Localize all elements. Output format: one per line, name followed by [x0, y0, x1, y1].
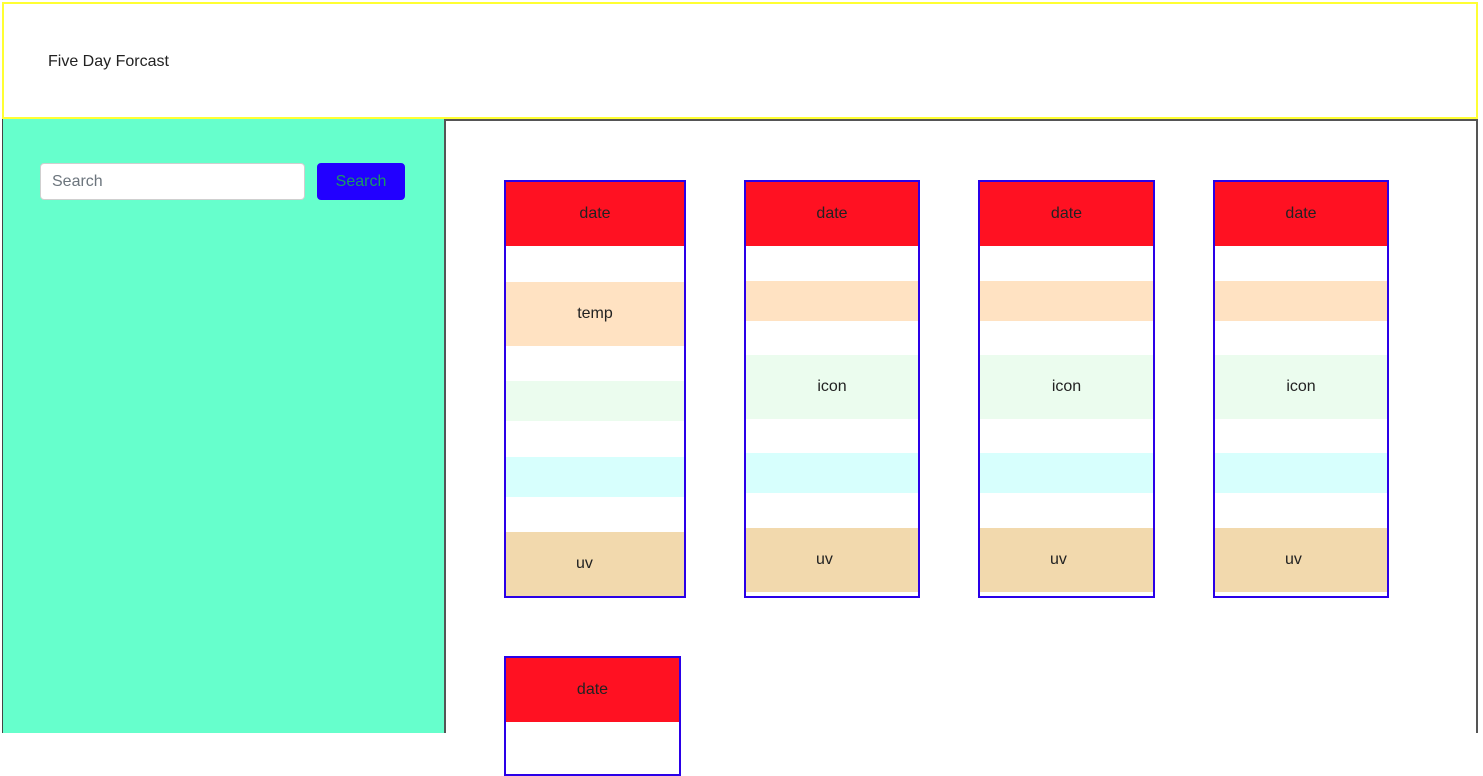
- search-input[interactable]: [40, 163, 305, 200]
- card-icon-label: icon: [1051, 378, 1082, 395]
- forecast-card-1: date temp uv: [504, 180, 686, 598]
- card-date-label: date: [579, 205, 611, 222]
- card-uv: uv: [980, 528, 1153, 592]
- card-uv-label: uv: [1285, 551, 1302, 568]
- card-icon: icon: [746, 355, 918, 419]
- card-icon: icon: [980, 355, 1153, 419]
- card-temp: [980, 281, 1153, 321]
- card-temp: temp: [506, 282, 684, 346]
- card-date: date: [980, 182, 1153, 246]
- card-uv-label: uv: [1050, 551, 1067, 568]
- card-icon-label: icon: [1286, 378, 1316, 395]
- card-wind: [980, 453, 1153, 493]
- card-temp: [746, 281, 918, 321]
- card-uv: uv: [506, 532, 684, 596]
- card-date: date: [746, 182, 918, 246]
- forecast-card-2: date icon uv: [744, 180, 920, 598]
- card-uv-label: uv: [576, 555, 593, 572]
- card-date: date: [1215, 182, 1387, 246]
- forecast-area: date temp uv date icon uv date icon uv d…: [446, 119, 1478, 776]
- card-wind: [506, 457, 684, 497]
- forecast-card-4: date icon uv: [1213, 180, 1389, 598]
- page-header: Five Day Forcast: [2, 2, 1478, 119]
- forecast-card-5: date: [504, 656, 681, 776]
- card-date-label: date: [816, 205, 848, 222]
- page-title: Five Day Forcast: [48, 53, 169, 70]
- card-date: date: [506, 182, 684, 246]
- card-uv: uv: [746, 528, 918, 592]
- forecast-card-3: date icon uv: [978, 180, 1155, 598]
- card-uv: uv: [1215, 528, 1387, 592]
- card-wind: [746, 453, 918, 493]
- card-icon: icon: [1215, 355, 1387, 419]
- card-temp-label: temp: [577, 305, 613, 322]
- card-uv-label: uv: [816, 551, 833, 568]
- card-date-label: date: [1050, 205, 1083, 222]
- sidebar: Search: [2, 119, 446, 733]
- search-button[interactable]: Search: [317, 163, 405, 200]
- card-date-label: date: [1285, 205, 1317, 222]
- card-date-label: date: [576, 681, 609, 698]
- card-date: date: [506, 658, 679, 722]
- card-temp: [1215, 281, 1387, 321]
- card-icon-label: icon: [817, 378, 847, 395]
- card-icon: [506, 381, 684, 421]
- card-wind: [1215, 453, 1387, 493]
